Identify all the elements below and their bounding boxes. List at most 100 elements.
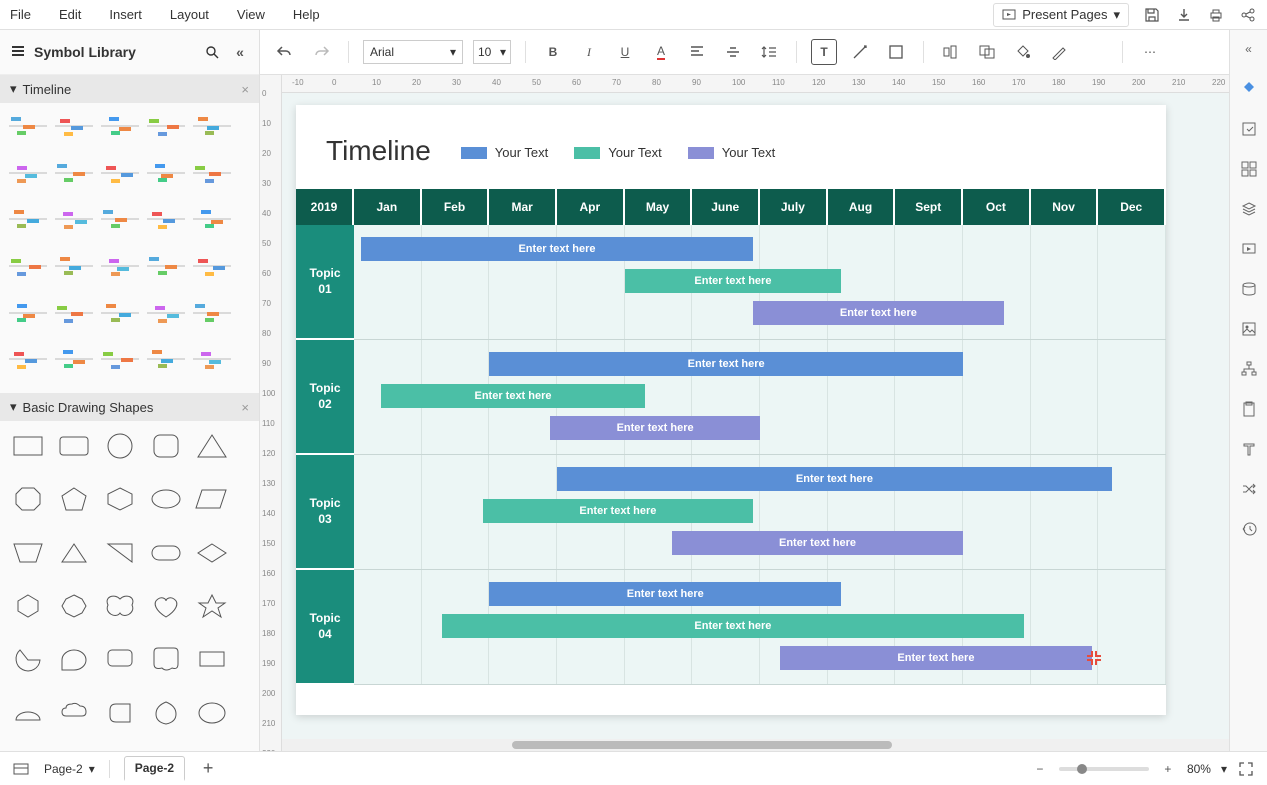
page-list-icon[interactable] — [12, 760, 30, 778]
presentation-icon[interactable] — [1238, 238, 1260, 260]
shape-thumb[interactable] — [54, 482, 94, 516]
menu-file[interactable]: File — [10, 7, 31, 22]
timeline-shape-thumb[interactable] — [54, 251, 94, 281]
timeline-shape-thumb[interactable] — [100, 204, 140, 234]
shape-thumb[interactable] — [146, 696, 186, 730]
timeline-shape-thumb[interactable] — [8, 251, 48, 281]
timeline-shape-thumb[interactable] — [146, 251, 186, 281]
collapse-sidebar-icon[interactable]: « — [231, 43, 249, 61]
page-tab[interactable]: Page-2 — [124, 756, 185, 781]
page-select[interactable]: Page-2▾ — [44, 762, 95, 776]
shape-thumb[interactable] — [54, 696, 94, 730]
timeline-shape-thumb[interactable] — [54, 298, 94, 328]
gantt-bar[interactable]: Enter text here — [557, 467, 1112, 491]
zoom-level[interactable]: 80% — [1187, 762, 1211, 776]
timeline-shape-thumb[interactable] — [8, 344, 48, 374]
legend-item[interactable]: Your Text — [461, 145, 549, 160]
theme-icon[interactable] — [1238, 78, 1260, 100]
search-icon[interactable] — [203, 43, 221, 61]
timeline-shape-thumb[interactable] — [100, 298, 140, 328]
align-objects-button[interactable] — [938, 39, 964, 65]
timeline-shape-thumb[interactable] — [146, 111, 186, 141]
shuffle-icon[interactable] — [1238, 478, 1260, 500]
fullscreen-icon[interactable] — [1237, 760, 1255, 778]
image-icon[interactable] — [1238, 318, 1260, 340]
connector-button[interactable] — [847, 39, 873, 65]
fill-color-button[interactable] — [1010, 39, 1036, 65]
layers-icon[interactable] — [1238, 198, 1260, 220]
menu-edit[interactable]: Edit — [59, 7, 81, 22]
timeline-shape-thumb[interactable] — [8, 204, 48, 234]
gantt-topic-label[interactable]: Topic03 — [296, 455, 354, 570]
close-icon[interactable]: × — [241, 82, 249, 97]
sitemap-icon[interactable] — [1238, 358, 1260, 380]
legend-item[interactable]: Your Text — [574, 145, 662, 160]
shape-thumb[interactable] — [54, 429, 94, 463]
gantt-bar[interactable]: Enter text here — [489, 352, 963, 376]
timeline-shape-thumb[interactable] — [146, 298, 186, 328]
shape-thumb[interactable] — [100, 482, 140, 516]
download-icon[interactable] — [1175, 6, 1193, 24]
shape-thumb[interactable] — [146, 642, 186, 676]
timeline-shape-thumb[interactable] — [146, 158, 186, 188]
shape-thumb[interactable] — [146, 589, 186, 623]
close-icon[interactable]: × — [241, 400, 249, 415]
shape-thumb[interactable] — [192, 536, 232, 570]
timeline-shape-thumb[interactable] — [100, 344, 140, 374]
share-icon[interactable] — [1239, 6, 1257, 24]
shape-thumb[interactable] — [100, 642, 140, 676]
shape-thumb[interactable] — [192, 429, 232, 463]
shape-thumb[interactable] — [100, 536, 140, 570]
zoom-out-button[interactable]: − — [1031, 760, 1049, 778]
shape-thumb[interactable] — [146, 429, 186, 463]
paragraph-icon[interactable] — [1238, 438, 1260, 460]
timeline-shape-thumb[interactable] — [8, 158, 48, 188]
shape-thumb[interactable] — [8, 589, 48, 623]
timeline-shape-thumb[interactable] — [54, 344, 94, 374]
shape-thumb[interactable] — [8, 536, 48, 570]
timeline-shape-thumb[interactable] — [192, 158, 232, 188]
save-icon[interactable] — [1143, 6, 1161, 24]
gantt-bar[interactable]: Enter text here — [489, 582, 841, 606]
history-icon[interactable] — [1238, 518, 1260, 540]
timeline-shape-thumb[interactable] — [192, 344, 232, 374]
present-pages-button[interactable]: Present Pages ▾ — [993, 3, 1129, 27]
legend-item[interactable]: Your Text — [688, 145, 776, 160]
shape-thumb[interactable] — [192, 589, 232, 623]
gantt-bar[interactable]: Enter text here — [780, 646, 1091, 670]
shape-thumb[interactable] — [8, 482, 48, 516]
group-button[interactable] — [974, 39, 1000, 65]
shape-thumb[interactable] — [192, 482, 232, 516]
timeline-shape-thumb[interactable] — [146, 344, 186, 374]
font-family-select[interactable]: Arial▾ — [363, 40, 463, 64]
menu-view[interactable]: View — [237, 7, 265, 22]
line-color-button[interactable] — [1046, 39, 1072, 65]
gantt-chart[interactable]: 2019JanFebMarAprMayJuneJulyAugSeptOctNov… — [296, 189, 1166, 685]
resize-handle-icon[interactable] — [1087, 651, 1101, 665]
timeline-shape-thumb[interactable] — [100, 111, 140, 141]
horizontal-scrollbar[interactable] — [282, 739, 1229, 751]
align-left-button[interactable] — [684, 39, 710, 65]
timeline-shape-thumb[interactable] — [100, 158, 140, 188]
expand-right-icon[interactable]: « — [1238, 38, 1260, 60]
timeline-shape-thumb[interactable] — [8, 298, 48, 328]
gantt-bar[interactable]: Enter text here — [361, 237, 753, 261]
shape-thumb[interactable] — [54, 589, 94, 623]
bold-button[interactable]: B — [540, 39, 566, 65]
clipboard-icon[interactable] — [1238, 398, 1260, 420]
page[interactable]: Timeline Your TextYour TextYour Text 201… — [296, 105, 1166, 715]
zoom-in-button[interactable]: + — [1159, 760, 1177, 778]
timeline-shape-thumb[interactable] — [8, 111, 48, 141]
vertical-align-button[interactable] — [720, 39, 746, 65]
font-size-select[interactable]: 10▾ — [473, 40, 511, 64]
shape-thumb[interactable] — [54, 642, 94, 676]
gantt-bar[interactable]: Enter text here — [381, 384, 645, 408]
gantt-bar[interactable]: Enter text here — [672, 531, 963, 555]
italic-button[interactable]: I — [576, 39, 602, 65]
timeline-panel-header[interactable]: ▾Timeline × — [0, 75, 259, 103]
add-page-button[interactable]: + — [199, 760, 217, 778]
more-options-button[interactable]: ⋯ — [1137, 39, 1163, 65]
canvas[interactable]: Timeline Your TextYour TextYour Text 201… — [282, 93, 1229, 739]
shape-thumb[interactable] — [146, 536, 186, 570]
export-icon[interactable] — [1238, 118, 1260, 140]
